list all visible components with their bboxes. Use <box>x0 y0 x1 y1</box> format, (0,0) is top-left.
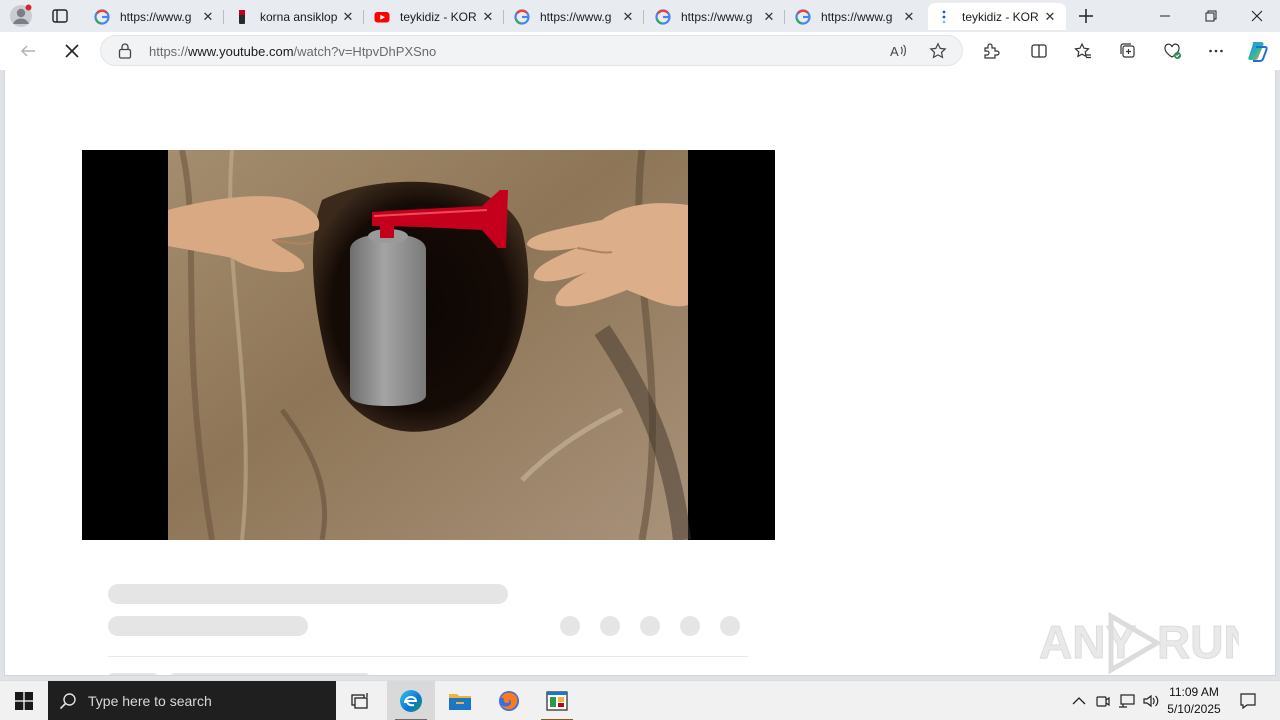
favorites-icon[interactable] <box>1073 41 1093 61</box>
google-icon <box>94 8 110 25</box>
stop-loading-icon[interactable] <box>62 41 82 61</box>
close-icon[interactable]: ✕ <box>901 9 917 25</box>
close-icon[interactable]: ✕ <box>761 9 777 25</box>
screen: https://www.g ✕ korna ansiklop ✕ teykidi… <box>0 0 1280 720</box>
back-icon[interactable] <box>18 41 38 61</box>
browser-essentials-icon[interactable] <box>1162 41 1182 61</box>
taskbar-search-box[interactable]: Type here to search <box>48 681 336 720</box>
close-icon[interactable]: ✕ <box>200 9 216 25</box>
windows-start-icon[interactable] <box>0 681 48 720</box>
google-icon <box>514 8 530 25</box>
loading-icon <box>936 9 952 25</box>
action-placeholder <box>600 616 620 636</box>
clock-date: 5/10/2025 <box>1167 702 1221 716</box>
web-page-content: ANY RUN <box>4 70 1276 676</box>
close-icon[interactable]: ✕ <box>340 9 356 25</box>
divider <box>108 656 748 657</box>
eksi-icon <box>234 9 250 25</box>
read-aloud-icon[interactable]: A <box>889 42 907 65</box>
tab-6[interactable]: https://www.g ✕ <box>787 3 925 30</box>
channel-placeholder <box>108 616 308 636</box>
profile-avatar-icon[interactable] <box>9 4 33 28</box>
watermark-run: RUN <box>1157 616 1239 668</box>
clock-time: 11:09 AM <box>1169 685 1219 699</box>
tab-1[interactable]: https://www.g ✕ <box>86 3 224 30</box>
video-player[interactable] <box>82 149 775 541</box>
volume-icon[interactable] <box>1140 681 1162 720</box>
show-hidden-icons-chevron-icon[interactable] <box>1068 681 1090 720</box>
tab-label: https://www.g <box>120 9 192 24</box>
action-placeholder <box>680 616 700 636</box>
url-path: /watch?v=HtpvDhPXSno <box>293 44 437 59</box>
action-placeholder <box>720 616 740 636</box>
edge-taskbar-icon[interactable] <box>387 681 435 720</box>
extensions-icon[interactable] <box>981 41 1001 61</box>
search-placeholder: Type here to search <box>88 693 212 709</box>
close-window-icon[interactable] <box>1234 0 1280 32</box>
browser-toolbar: https://www.youtube.com/watch?v=HtpvDhPX… <box>0 32 1280 70</box>
description-placeholder <box>108 673 158 675</box>
tab-actions-icon[interactable] <box>50 6 70 26</box>
youtube-icon <box>374 9 390 25</box>
google-icon <box>655 8 671 25</box>
meet-now-icon[interactable] <box>1092 681 1114 720</box>
url-text[interactable]: https://www.youtube.com/watch?v=HtpvDhPX… <box>149 44 436 59</box>
svg-text:A: A <box>890 44 899 59</box>
anyrun-watermark: ANY RUN <box>1039 608 1257 675</box>
close-icon[interactable]: ✕ <box>620 9 636 25</box>
windows-taskbar: Type here to search 11:09 AM 5/10/2025 <box>0 680 1280 720</box>
tab-7-active[interactable]: teykidiz - KOR ✕ <box>928 3 1066 30</box>
video-thumbnail-image <box>82 149 775 541</box>
minimize-icon[interactable] <box>1142 0 1188 32</box>
description-placeholder <box>170 673 370 675</box>
tab-label: korna ansiklop <box>260 9 338 24</box>
new-tab-icon[interactable] <box>1076 6 1096 26</box>
google-icon <box>795 8 811 25</box>
restore-icon[interactable] <box>1188 0 1234 32</box>
close-icon[interactable]: ✕ <box>480 9 496 25</box>
favorite-star-icon[interactable] <box>929 42 947 65</box>
tab-label: https://www.g <box>540 9 612 24</box>
address-bar[interactable]: https://www.youtube.com/watch?v=HtpvDhPX… <box>100 35 963 66</box>
title-placeholder <box>108 584 508 604</box>
settings-more-icon[interactable] <box>1206 41 1226 61</box>
tab-label: https://www.g <box>681 9 753 24</box>
firefox-icon[interactable] <box>485 681 533 720</box>
tab-3[interactable]: teykidiz - KOR ✕ <box>366 3 504 30</box>
search-icon <box>48 681 88 720</box>
tab-5[interactable]: https://www.g ✕ <box>647 3 785 30</box>
split-screen-icon[interactable] <box>1029 41 1049 61</box>
app-window-icon[interactable] <box>533 681 581 720</box>
collections-icon[interactable] <box>1118 41 1138 61</box>
tab-4[interactable]: https://www.g ✕ <box>506 3 644 30</box>
tab-label: teykidiz - KOR <box>400 9 477 24</box>
file-explorer-icon[interactable] <box>436 681 484 720</box>
tab-strip: https://www.g ✕ korna ansiklop ✕ teykidi… <box>0 0 1280 32</box>
taskbar-clock[interactable]: 11:09 AM 5/10/2025 <box>1160 684 1228 718</box>
notification-center-icon[interactable] <box>1236 681 1260 720</box>
tab-label: teykidiz - KOR <box>962 9 1039 24</box>
url-domain: www.youtube.com <box>188 44 294 59</box>
close-icon[interactable]: ✕ <box>1042 9 1058 25</box>
site-info-lock-icon[interactable] <box>117 42 133 65</box>
tab-2[interactable]: korna ansiklop ✕ <box>226 3 364 30</box>
tab-label: https://www.g <box>821 9 893 24</box>
copilot-icon[interactable] <box>1246 39 1270 63</box>
action-placeholder <box>560 616 580 636</box>
network-icon[interactable] <box>1116 681 1138 720</box>
url-scheme: https:// <box>149 44 189 59</box>
task-view-icon[interactable] <box>336 681 384 720</box>
action-placeholder <box>640 616 660 636</box>
